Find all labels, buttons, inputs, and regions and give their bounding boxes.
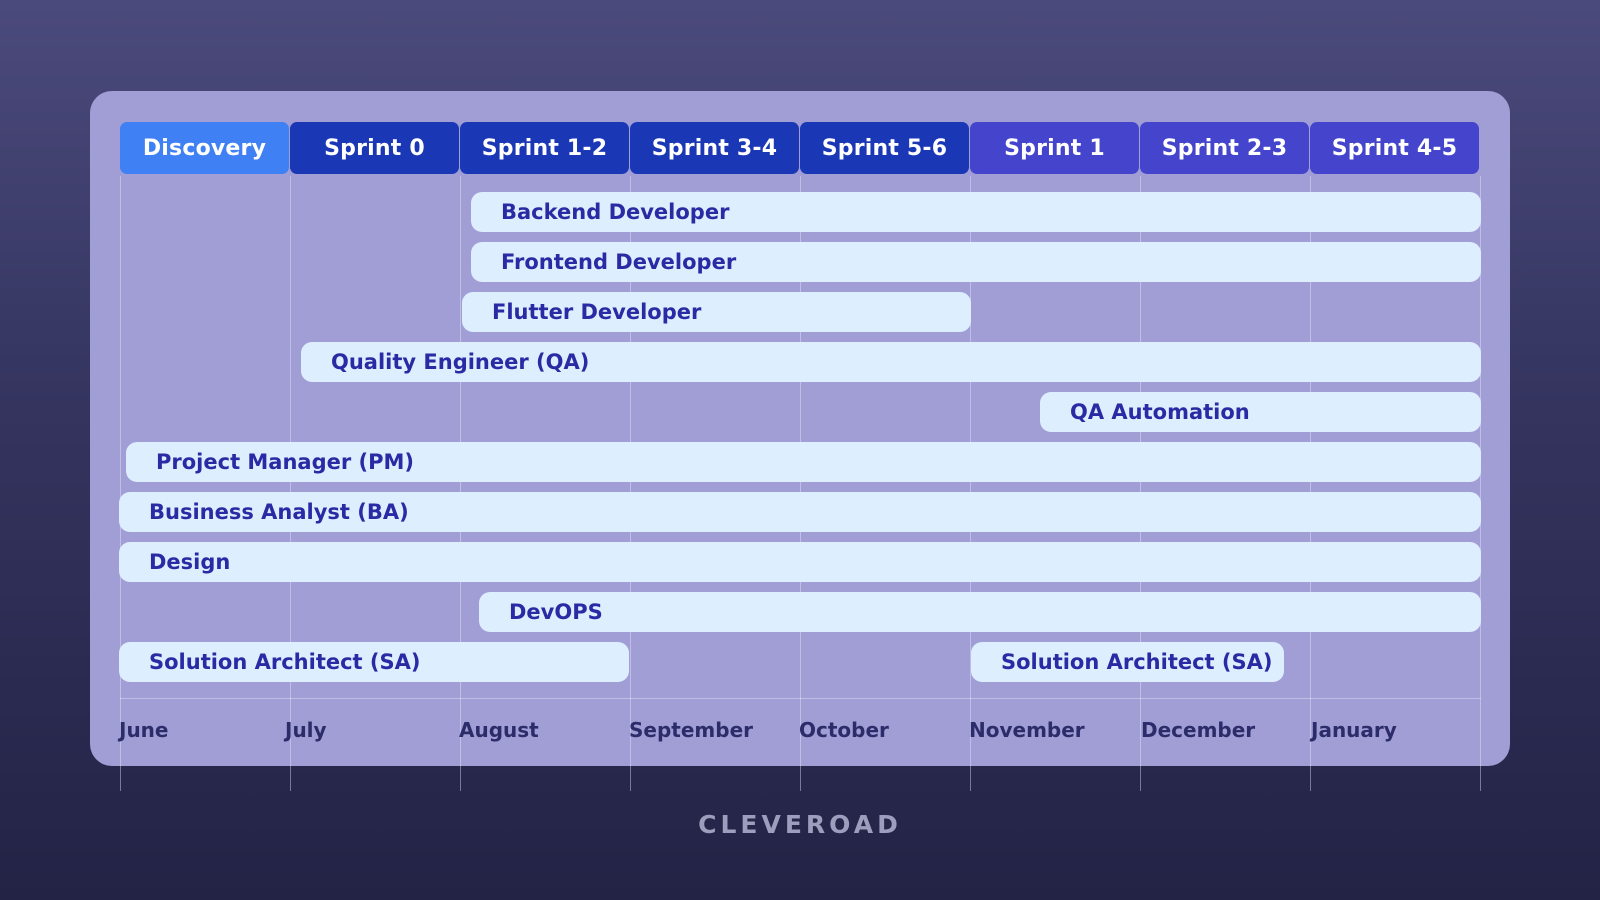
role-bar-flutter-developer: Flutter Developer <box>462 292 971 332</box>
role-bar-business-analyst: Business Analyst (BA) <box>119 492 1481 532</box>
phase-sprint-5-6: Sprint 5-6 <box>800 122 969 174</box>
role-bar-design: Design <box>119 542 1481 582</box>
role-bar-quality-engineer: Quality Engineer (QA) <box>301 342 1481 382</box>
month-label-june: June <box>119 718 169 742</box>
role-bar-devops: DevOPS <box>479 592 1481 632</box>
phase-sprint-1-second: Sprint 1 <box>970 122 1139 174</box>
phase-sprint-2-3: Sprint 2-3 <box>1140 122 1309 174</box>
month-label-december: December <box>1141 718 1256 742</box>
phase-sprint-0: Sprint 0 <box>290 122 459 174</box>
month-label-september: September <box>629 718 753 742</box>
month-label-august: August <box>459 718 539 742</box>
axis-line <box>120 698 1481 699</box>
role-bar-frontend-developer: Frontend Developer <box>471 242 1481 282</box>
cleveroad-logo: CLEVEROAD <box>698 810 902 839</box>
role-bar-solution-architect-2: Solution Architect (SA) <box>971 642 1284 682</box>
phase-sprint-3-4: Sprint 3-4 <box>630 122 799 174</box>
role-bar-solution-architect-1: Solution Architect (SA) <box>119 642 629 682</box>
phase-sprint-1-2: Sprint 1-2 <box>460 122 629 174</box>
month-label-november: November <box>969 718 1085 742</box>
month-label-october: October <box>799 718 889 742</box>
month-label-january: January <box>1311 718 1397 742</box>
role-bar-backend-developer: Backend Developer <box>471 192 1481 232</box>
roadmap-card: Discovery Sprint 0 Sprint 1-2 Sprint 3-4… <box>90 91 1510 791</box>
phase-sprint-4-5: Sprint 4-5 <box>1310 122 1479 174</box>
month-label-july: July <box>285 718 327 742</box>
role-bar-qa-automation: QA Automation <box>1040 392 1481 432</box>
phase-discovery: Discovery <box>120 122 289 174</box>
role-bar-project-manager: Project Manager (PM) <box>126 442 1481 482</box>
